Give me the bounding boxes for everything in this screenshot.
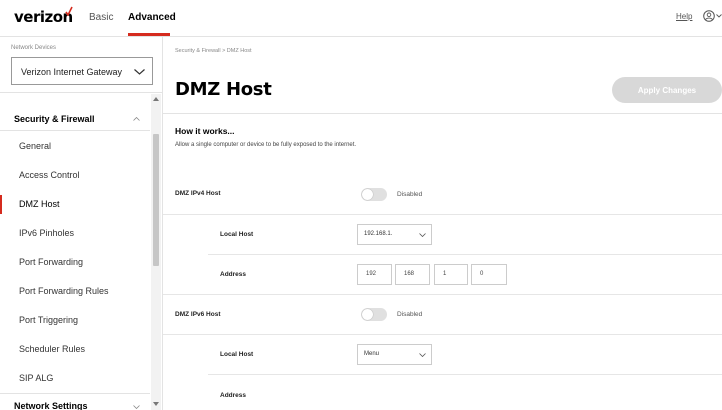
sidebar-item-ipv6-pinholes[interactable]: IPv6 Pinholes (0, 219, 150, 248)
chevron-down-icon[interactable] (716, 14, 722, 18)
scrollbar-thumb[interactable] (153, 134, 159, 266)
sidebar-item-label: Port Forwarding (19, 257, 84, 267)
ipv4-address-octet-1[interactable]: 192 (357, 264, 392, 285)
ipv4-address-octet-3[interactable]: 1 (434, 264, 468, 285)
toggle-knob (362, 189, 373, 200)
divider (0, 92, 162, 93)
scroll-up-arrow-icon[interactable] (153, 97, 159, 101)
divider (208, 374, 722, 375)
sidebar-item-label: IPv6 Pinholes (19, 228, 75, 238)
dmz-ipv6-host-label: DMZ IPv6 Host (175, 311, 221, 318)
breadcrumb[interactable]: Security & Firewall > DMZ Host (175, 48, 252, 54)
divider (0, 393, 150, 394)
sidebar-item-label: Scheduler Rules (19, 344, 86, 354)
ipv4-address-octet-4[interactable]: 0 (471, 264, 507, 285)
active-tab-indicator (128, 33, 170, 36)
dmz-ipv4-host-label: DMZ IPv4 Host (175, 190, 221, 197)
chevron-down-icon (134, 69, 145, 75)
sidebar: Network Devices Verizon Internet Gateway… (0, 37, 163, 410)
verizon-logo[interactable]: verizon (14, 8, 73, 26)
ipv6-address-label: Address (220, 392, 247, 399)
dmz-ipv6-toggle-state: Disabled (397, 311, 423, 318)
sidebar-item-port-forwarding-rules[interactable]: Port Forwarding Rules (0, 277, 150, 306)
page-title: DMZ Host (175, 79, 272, 100)
octet-value: 1 (443, 271, 447, 277)
device-label: Network Devices (11, 45, 57, 51)
sidebar-item-label: Port Triggering (19, 315, 79, 325)
divider (163, 214, 722, 215)
sidebar-item-label: Port Forwarding Rules (19, 286, 109, 296)
help-link[interactable]: Help (676, 12, 692, 21)
section-network-settings[interactable]: Network Settings (14, 401, 88, 410)
apply-changes-button[interactable]: Apply Changes (612, 77, 722, 103)
sidebar-item-port-forwarding[interactable]: Port Forwarding (0, 248, 150, 277)
device-select[interactable]: Verizon Internet Gateway (11, 57, 153, 85)
user-icon[interactable] (703, 10, 715, 22)
sidebar-item-label: SIP ALG (19, 373, 54, 383)
divider (208, 254, 722, 255)
dmz-ipv6-toggle[interactable] (361, 308, 387, 321)
sidebar-item-sip-alg[interactable]: SIP ALG (0, 364, 150, 393)
sidebar-item-label: Access Control (19, 170, 80, 180)
divider (163, 113, 722, 114)
main-content: Security & Firewall > DMZ Host DMZ Host … (163, 37, 722, 410)
sidebar-item-port-triggering[interactable]: Port Triggering (0, 306, 150, 335)
top-bar: verizon Basic Advanced Help (0, 0, 722, 37)
ipv4-local-host-select[interactable]: 192.168.1. (357, 224, 432, 245)
how-it-works-heading: How it works... (175, 126, 235, 136)
ipv4-address-octet-2[interactable]: 168 (395, 264, 430, 285)
divider (163, 334, 722, 335)
section-security-firewall[interactable]: Security & Firewall (14, 114, 95, 124)
octet-value: 192 (366, 271, 377, 277)
dmz-ipv4-toggle-state: Disabled (397, 191, 423, 198)
sidebar-item-label: General (19, 141, 52, 151)
how-it-works-description: Allow a single computer or device to be … (175, 142, 357, 148)
sidebar-item-general[interactable]: General (0, 132, 150, 161)
sidebar-item-dmz-host[interactable]: DMZ Host (0, 190, 150, 219)
device-select-value: Verizon Internet Gateway (21, 67, 123, 77)
chevron-down-icon (419, 353, 426, 357)
chevron-down-icon (419, 233, 426, 237)
divider (0, 130, 150, 131)
toggle-knob (362, 309, 373, 320)
chevron-up-icon[interactable] (133, 117, 140, 121)
sidebar-item-label: DMZ Host (19, 199, 60, 209)
active-indicator (0, 195, 2, 214)
chevron-down-icon[interactable] (133, 405, 140, 409)
scroll-down-arrow-icon[interactable] (153, 402, 159, 406)
ipv4-address-label: Address (220, 271, 247, 278)
ipv6-local-host-label: Local Host (220, 351, 254, 358)
sidebar-nav: Security & Firewall General Access Contr… (0, 97, 150, 410)
sidebar-item-access-control[interactable]: Access Control (0, 161, 150, 190)
octet-value: 168 (404, 271, 415, 277)
logo-check-icon (65, 6, 73, 16)
ipv4-local-host-label: Local Host (220, 231, 254, 238)
octet-value: 0 (480, 271, 484, 277)
ipv4-local-host-value: 192.168.1. (364, 231, 393, 237)
sidebar-item-scheduler-rules[interactable]: Scheduler Rules (0, 335, 150, 364)
tab-advanced[interactable]: Advanced (128, 12, 176, 23)
sidebar-scrollbar[interactable] (151, 94, 161, 410)
divider (163, 294, 722, 295)
dmz-ipv4-toggle[interactable] (361, 188, 387, 201)
ipv6-local-host-value: Menu (364, 351, 380, 357)
ipv6-local-host-select[interactable]: Menu (357, 344, 432, 365)
tab-basic[interactable]: Basic (89, 12, 113, 23)
